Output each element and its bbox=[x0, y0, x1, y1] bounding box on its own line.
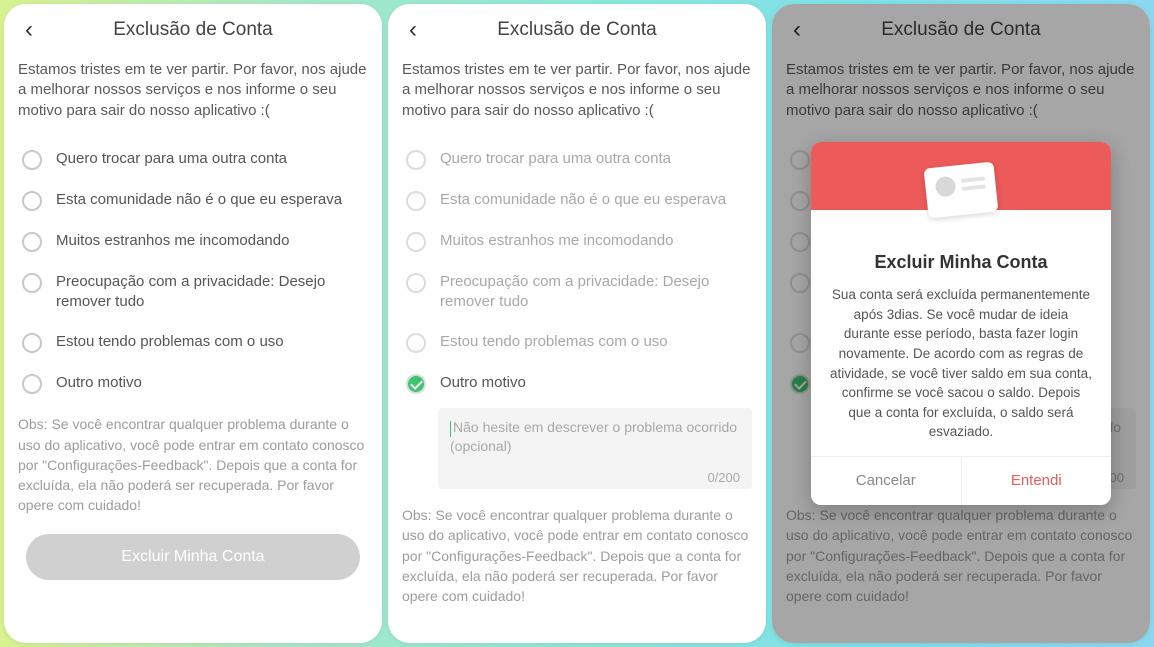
option-privacy[interactable]: Preocupação com a privacidade: Desejo re… bbox=[18, 262, 368, 323]
back-button[interactable]: ‹ bbox=[398, 18, 428, 42]
option-switch-account[interactable]: Quero trocar para uma outra conta bbox=[402, 139, 752, 180]
option-label: Outro motivo bbox=[56, 373, 142, 393]
id-card-icon bbox=[924, 162, 999, 219]
note-text: Obs: Se você encontrar qualquer problema… bbox=[402, 505, 752, 606]
char-counter: 0/200 bbox=[450, 470, 740, 485]
radio-icon bbox=[22, 232, 42, 252]
radio-icon bbox=[406, 191, 426, 211]
intro-text: Estamos tristes em te ver partir. Por fa… bbox=[18, 60, 368, 121]
dialog-header bbox=[811, 142, 1111, 210]
radio-icon bbox=[406, 333, 426, 353]
delete-account-button[interactable]: Excluir Minha Conta bbox=[26, 534, 360, 580]
radio-icon bbox=[406, 273, 426, 293]
option-label: Preocupação com a privacidade: Desejo re… bbox=[56, 272, 364, 313]
intro-text: Estamos tristes em te ver partir. Por fa… bbox=[402, 60, 752, 121]
option-usage-problems[interactable]: Estou tendo problemas com o uso bbox=[402, 322, 752, 363]
option-switch-account[interactable]: Quero trocar para uma outra conta bbox=[18, 139, 368, 180]
screen-1: ‹ Exclusão de Conta Estamos tristes em t… bbox=[4, 4, 382, 643]
textarea-placeholder: Não hesite em descrever o problema ocorr… bbox=[450, 418, 740, 456]
option-label: Muitos estranhos me incomodando bbox=[440, 231, 673, 251]
dialog-title: Excluir Minha Conta bbox=[829, 252, 1093, 273]
option-community[interactable]: Esta comunidade não é o que eu esperava bbox=[402, 180, 752, 221]
page-title: Exclusão de Conta bbox=[428, 19, 726, 41]
dialog-actions: Cancelar Entendi bbox=[811, 456, 1111, 505]
radio-icon bbox=[22, 191, 42, 211]
option-label: Quero trocar para uma outra conta bbox=[56, 149, 287, 169]
option-privacy[interactable]: Preocupação com a privacidade: Desejo re… bbox=[402, 262, 752, 323]
radio-icon bbox=[22, 333, 42, 353]
dialog-ok-button[interactable]: Entendi bbox=[962, 457, 1112, 505]
radio-icon bbox=[406, 232, 426, 252]
option-label: Preocupação com a privacidade: Desejo re… bbox=[440, 272, 748, 313]
note-text: Obs: Se você encontrar qualquer problema… bbox=[18, 414, 368, 515]
dialog-body: Excluir Minha Conta Sua conta será exclu… bbox=[811, 210, 1111, 456]
page-title: Exclusão de Conta bbox=[44, 19, 342, 41]
dialog-text: Sua conta será excluída permanentemente … bbox=[829, 285, 1093, 442]
option-label: Outro motivo bbox=[440, 373, 526, 393]
option-label: Quero trocar para uma outra conta bbox=[440, 149, 671, 169]
radio-icon bbox=[406, 150, 426, 170]
option-community[interactable]: Esta comunidade não é o que eu esperava bbox=[18, 180, 368, 221]
radio-checked-icon bbox=[406, 374, 426, 394]
radio-icon bbox=[22, 150, 42, 170]
option-label: Muitos estranhos me incomodando bbox=[56, 231, 289, 251]
screen-3: ‹ Exclusão de Conta Estamos tristes em t… bbox=[772, 4, 1150, 643]
modal-overlay[interactable]: Excluir Minha Conta Sua conta será exclu… bbox=[772, 4, 1150, 643]
header: ‹ Exclusão de Conta bbox=[4, 4, 382, 56]
option-label: Esta comunidade não é o que eu esperava bbox=[56, 190, 342, 210]
dialog-cancel-button[interactable]: Cancelar bbox=[811, 457, 962, 505]
option-label: Estou tendo problemas com o uso bbox=[56, 332, 284, 352]
option-label: Esta comunidade não é o que eu esperava bbox=[440, 190, 726, 210]
option-strangers[interactable]: Muitos estranhos me incomodando bbox=[402, 221, 752, 262]
option-strangers[interactable]: Muitos estranhos me incomodando bbox=[18, 221, 368, 262]
radio-icon bbox=[22, 374, 42, 394]
option-usage-problems[interactable]: Estou tendo problemas com o uso bbox=[18, 322, 368, 363]
screen-2: ‹ Exclusão de Conta Estamos tristes em t… bbox=[388, 4, 766, 643]
back-button[interactable]: ‹ bbox=[14, 18, 44, 42]
option-other[interactable]: Outro motivo bbox=[18, 363, 368, 404]
radio-icon bbox=[22, 273, 42, 293]
confirm-dialog: Excluir Minha Conta Sua conta será exclu… bbox=[811, 142, 1111, 505]
header: ‹ Exclusão de Conta bbox=[388, 4, 766, 56]
option-label: Estou tendo problemas com o uso bbox=[440, 332, 668, 352]
option-other[interactable]: Outro motivo bbox=[402, 363, 752, 404]
content: Estamos tristes em te ver partir. Por fa… bbox=[4, 56, 382, 643]
content: Estamos tristes em te ver partir. Por fa… bbox=[388, 56, 766, 643]
reason-textarea[interactable]: Não hesite em descrever o problema ocorr… bbox=[438, 408, 752, 489]
